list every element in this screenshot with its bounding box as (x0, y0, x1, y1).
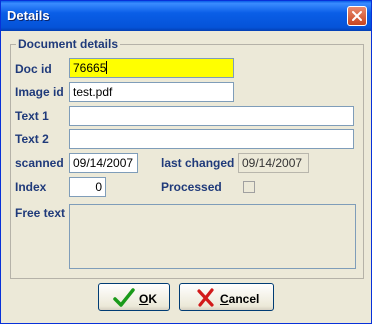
group-title: Document details (16, 37, 121, 51)
free-text-area[interactable] (69, 204, 356, 269)
text1-field[interactable] (69, 106, 354, 126)
ok-button[interactable]: OK (98, 283, 170, 311)
text1-label: Text 1 (15, 109, 49, 123)
checkmark-icon (113, 288, 135, 307)
scanned-field[interactable]: 09/14/2007 (69, 153, 138, 173)
index-label: Index (15, 180, 47, 194)
ok-button-label: OK (139, 292, 158, 306)
title-bar: Details (1, 1, 371, 31)
last-changed-label: last changed (161, 156, 235, 170)
index-field[interactable]: 0 (69, 177, 106, 197)
free-text-label: Free text (15, 206, 66, 220)
cancel-button-label: Cancel (220, 292, 260, 306)
cancel-button[interactable]: Cancel (179, 283, 274, 311)
doc-id-field[interactable]: 76665 (69, 58, 234, 78)
processed-label: Processed (161, 180, 222, 194)
details-dialog: Details Document details Doc id 76665 Im… (0, 0, 372, 324)
cross-icon (197, 288, 214, 307)
text2-field[interactable] (69, 129, 354, 149)
scanned-label: scanned (15, 156, 64, 170)
image-id-field[interactable]: test.pdf (69, 82, 234, 102)
text2-label: Text 2 (15, 132, 49, 146)
last-changed-field: 09/14/2007 (238, 153, 309, 173)
close-icon (352, 11, 362, 21)
text-caret (106, 61, 108, 74)
processed-checkbox[interactable] (243, 181, 255, 193)
window-title: Details (7, 8, 50, 23)
image-id-label: Image id (15, 85, 64, 99)
doc-id-label: Doc id (15, 62, 52, 76)
close-button[interactable] (347, 6, 367, 26)
doc-id-value: 76665 (73, 61, 107, 75)
